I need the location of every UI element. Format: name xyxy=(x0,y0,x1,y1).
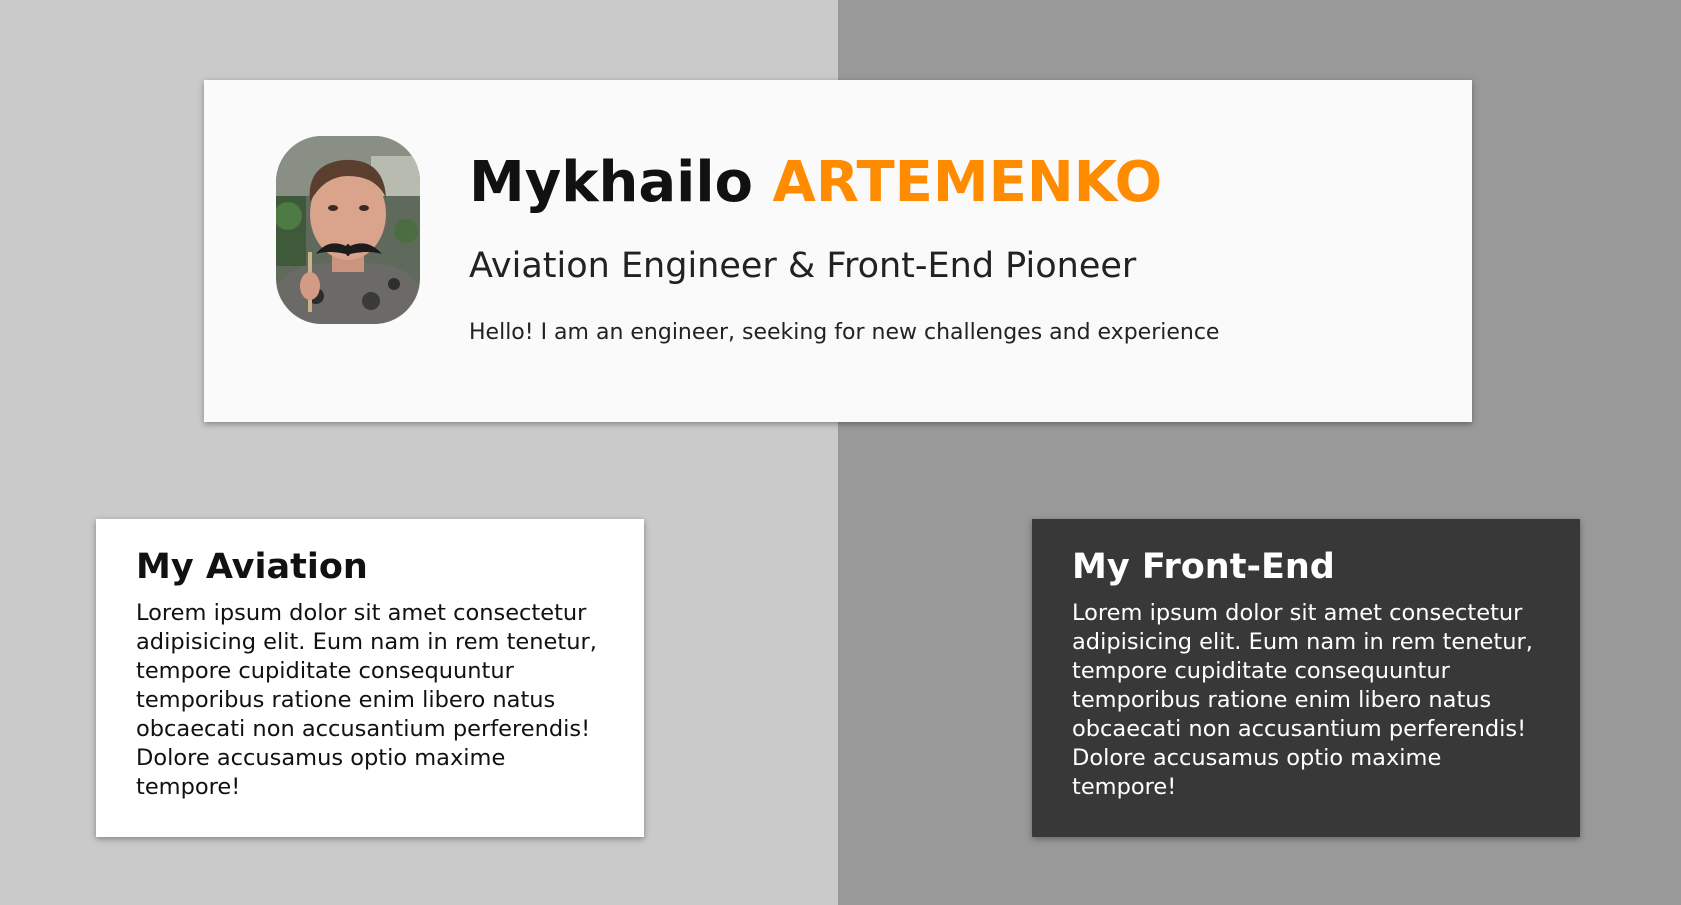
frontend-card-text: Lorem ipsum dolor sit amet consectetur a… xyxy=(1072,600,1533,800)
frontend-card: My Front-End Lorem ipsum dolor sit amet … xyxy=(1032,519,1580,837)
profile-role: Aviation Engineer & Front-End Pioneer xyxy=(469,246,1137,286)
profile-photo-icon xyxy=(276,136,420,324)
profile-greeting: Hello! I am an engineer, seeking for new… xyxy=(469,320,1220,345)
frontend-card-title: My Front-End xyxy=(1072,547,1335,587)
aviation-card: My Aviation Lorem ipsum dolor sit amet c… xyxy=(96,519,644,837)
aviation-card-text: Lorem ipsum dolor sit amet consectetur a… xyxy=(136,600,597,800)
avatar xyxy=(276,136,420,324)
last-name: ARTEMENKO xyxy=(772,150,1163,215)
first-name: Mykhailo xyxy=(469,150,753,215)
profile-name: Mykhailo ARTEMENKO xyxy=(469,150,1162,215)
profile-header-card: Mykhailo ARTEMENKO Aviation Engineer & F… xyxy=(204,80,1472,422)
aviation-card-title: My Aviation xyxy=(136,547,368,587)
